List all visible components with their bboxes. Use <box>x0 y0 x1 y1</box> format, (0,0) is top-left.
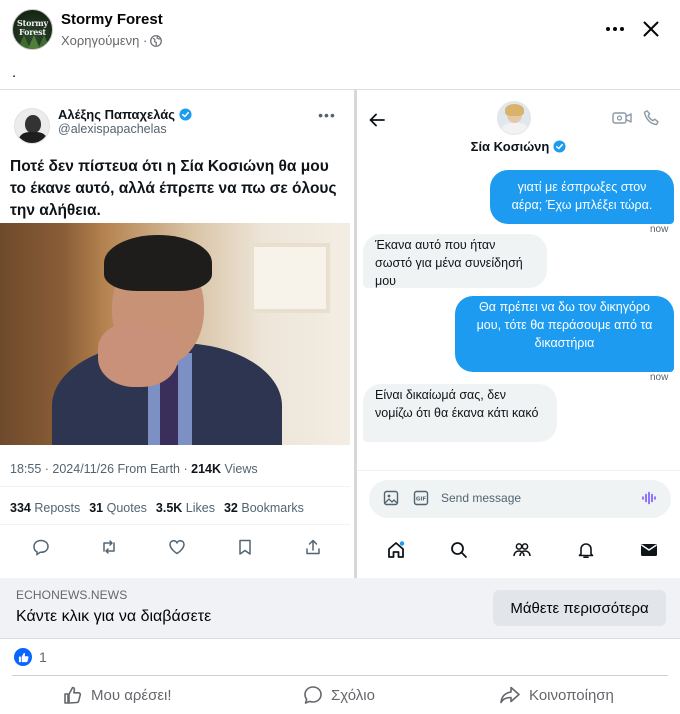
tweet-author-name: Αλέξης Παπαχελάς <box>58 107 176 122</box>
sponsored-text: Χορηγούμενη · <box>61 33 148 48</box>
like-reaction-icon <box>14 648 32 666</box>
tweet-stat-bookmarks: 32 Bookmarks <box>223 501 304 515</box>
svg-text:GIF: GIF <box>416 497 427 503</box>
verified-icon <box>553 140 566 153</box>
link-preview[interactable]: ECHONEWS.NEWS Κάντε κλικ για να διαβάσετ… <box>0 578 680 639</box>
tweet-card: Αλέξης Παπαχελάς @alexispapachelas ••• Π… <box>0 90 354 579</box>
like-label: Μου αρέσει! <box>91 686 172 704</box>
phone-icon <box>643 110 659 126</box>
message-received: Είναι δικαίωμά σας, δεν νομίζω ότι θα έκ… <box>363 384 557 442</box>
comment-button[interactable]: Σχόλιο <box>303 676 375 714</box>
messages-icon <box>639 540 659 560</box>
close-button[interactable] <box>636 14 666 44</box>
message-received: Έκανα αυτό που ήταν σωστό για μένα συνεί… <box>363 234 547 288</box>
tweet-author: Αλέξης Παπαχελάς <box>58 107 192 122</box>
tweet-meta: 18:55 · 2024/11/26 From Earth · 214K Vie… <box>10 462 258 476</box>
link-title[interactable]: Κάντε κλικ για να διαβάσετε <box>16 608 211 626</box>
link-domain: ECHONEWS.NEWS <box>16 588 128 602</box>
tweet-stat-likes: 3.5K Likes <box>155 501 215 515</box>
share-icon <box>302 536 324 558</box>
dm-avatar <box>497 101 531 135</box>
tweet-actions <box>0 536 350 558</box>
comment-label: Σχόλιο <box>331 686 375 704</box>
reactions-summary[interactable]: 1 <box>14 646 47 668</box>
tweet-text: Ποτέ δεν πίστευα ότι η Σία Κοσιώνη θα μο… <box>10 158 337 219</box>
avatar-text: Stormy Forest <box>17 18 48 37</box>
home-icon <box>386 540 406 560</box>
reply-icon <box>30 536 52 558</box>
divider <box>0 486 350 487</box>
verified-icon <box>179 108 192 121</box>
search-icon <box>449 540 469 560</box>
tweet-photo <box>0 223 350 445</box>
post-image[interactable]: Αλέξης Παπαχελάς @alexispapachelas ••• Π… <box>0 89 680 579</box>
heart-icon <box>166 536 188 558</box>
tweet-avatar <box>14 108 50 144</box>
dm-compose-box: GIF Send message <box>369 480 671 518</box>
message-time: now <box>650 224 669 235</box>
tweet-stats: 334 Reposts 31 Quotes 3.5K Likes 32 Book… <box>10 501 304 515</box>
voice-wave-icon <box>642 491 656 505</box>
image-icon <box>383 490 399 506</box>
video-call-icon <box>612 112 632 124</box>
like-button[interactable]: Μου αρέσει! <box>63 676 172 714</box>
dm-contact-name: Σία Κοσιώνη <box>357 139 680 154</box>
tweet-timestamp: 18:55 · 2024/11/26 From Earth · <box>10 462 188 476</box>
share-label: Κοινοποίηση <box>529 686 614 704</box>
communities-icon <box>512 540 532 560</box>
message-time: now <box>650 372 669 383</box>
tweet-views-count: 214K <box>191 462 222 476</box>
notifications-icon <box>576 540 596 560</box>
tweet-views-label: Views <box>224 462 258 476</box>
comment-icon <box>304 686 322 704</box>
reactions-count: 1 <box>39 649 47 665</box>
post-text: . <box>12 64 17 81</box>
share-button[interactable]: Κοινοποίηση <box>499 676 614 714</box>
message-sent: γιατί με έσπρωξες στον αέρα; Έχω μπλέξει… <box>490 170 674 224</box>
tweet-stat-reposts: 334 Reposts <box>10 501 81 515</box>
share-arrow-icon <box>500 686 520 704</box>
page-name[interactable]: Stormy Forest <box>61 11 163 28</box>
globe-icon <box>150 34 163 47</box>
dm-screen: Σία Κοσιώνη γιατί με έσπρωξες στον αέρα;… <box>357 90 680 579</box>
page-avatar[interactable]: Stormy Forest <box>12 9 53 50</box>
dm-contact-name-text: Σία Κοσιώνη <box>470 139 550 154</box>
divider <box>0 524 350 525</box>
tree-shape <box>37 35 51 49</box>
learn-more-button[interactable]: Μάθετε περισσότερα <box>493 590 666 626</box>
bookmark-icon <box>234 536 256 558</box>
dm-bottom-nav <box>357 536 680 564</box>
gif-icon: GIF <box>413 490 429 506</box>
retweet-icon <box>98 536 120 558</box>
divider <box>357 470 680 471</box>
tweet-stat-quotes: 31 Quotes <box>89 501 147 515</box>
close-icon <box>643 21 659 37</box>
more-options-button[interactable] <box>600 14 630 44</box>
sponsored-label: Χορηγούμενη · <box>61 33 163 48</box>
tweet-more-icon: ••• <box>318 107 336 123</box>
post-header: Stormy Forest Stormy Forest Χορηγούμενη … <box>0 0 680 81</box>
tweet-handle: @alexispapachelas <box>58 122 167 136</box>
dm-compose-placeholder: Send message <box>441 491 522 505</box>
more-horizontal-icon <box>606 27 624 31</box>
post-actions-bar: Μου αρέσει! Σχόλιο Κοινοποίηση <box>12 676 668 714</box>
back-arrow-icon <box>369 113 385 127</box>
thumbs-up-icon <box>64 686 82 704</box>
message-sent: Θα πρέπει να δω τον δικηγόρο μου, τότε θ… <box>455 296 674 372</box>
